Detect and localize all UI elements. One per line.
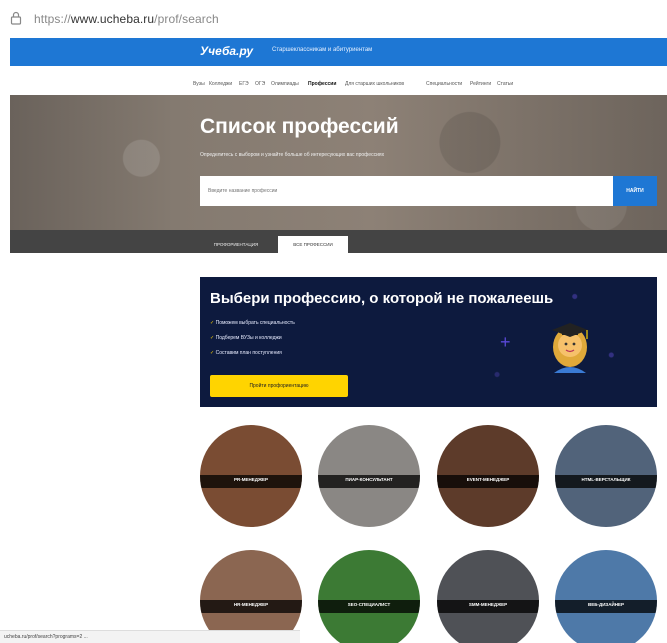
- promo-bullet: Поможем выбрать специальность: [210, 320, 295, 326]
- tab-all-professions[interactable]: ВСЕ ПРОФЕССИИ: [278, 236, 348, 253]
- profession-label: PR-МЕНЕДЖЕР: [233, 477, 269, 482]
- profession-card[interactable]: ПИАР-КОНСУЛЬТАНТ: [318, 425, 420, 527]
- profession-label: ПИАР-КОНСУЛЬТАНТ: [345, 477, 393, 482]
- header-subtitle[interactable]: Старшеклассникам и абитуриентам: [272, 47, 372, 53]
- search-button[interactable]: НАЙТИ: [613, 176, 657, 206]
- hero-section: Список профессий Определитесь с выбором …: [10, 95, 667, 253]
- search-box: [200, 176, 613, 206]
- address-bar[interactable]: https://www.ucheba.ru/prof/search: [0, 0, 667, 38]
- main-nav: Вузы Колледжи ЕГЭ ОГЭ Олимпиады Професси…: [10, 75, 667, 95]
- profession-label: ВЕБ-ДИЗАЙНЕР: [588, 602, 624, 607]
- site-header: Учеба.ру Старшеклассникам и абитуриентам: [10, 38, 667, 66]
- url-text: https://www.ucheba.ru/prof/search: [34, 12, 219, 26]
- nav-item-articles[interactable]: Статьи: [497, 81, 513, 87]
- profession-label: HTML-ВЕРСТАЛЬЩИК: [581, 477, 631, 482]
- profession-card[interactable]: PR-МЕНЕДЖЕР: [200, 425, 302, 527]
- page-title: Список профессий: [200, 115, 399, 138]
- profession-card[interactable]: SMM-МЕНЕДЖЕР: [437, 550, 539, 643]
- profession-card[interactable]: EVENT-МЕНЕДЖЕР: [437, 425, 539, 527]
- sparkle-icon: +: [500, 332, 511, 352]
- profession-label: EVENT-МЕНЕДЖЕР: [466, 477, 510, 482]
- nav-item-colleges[interactable]: Колледжи: [209, 81, 232, 87]
- promo-bullet: Составим план поступления: [210, 350, 295, 356]
- promo-bullet: Подберем ВУЗы и колледжи: [210, 335, 295, 341]
- nav-item-olympiads[interactable]: Олимпиады: [271, 81, 299, 87]
- profession-card[interactable]: HTML-ВЕРСТАЛЬЩИК: [555, 425, 657, 527]
- lock-icon: [10, 11, 22, 25]
- nav-item-oge[interactable]: ОГЭ: [255, 81, 265, 87]
- nav-item-seniors[interactable]: Для старших школьников: [345, 81, 404, 87]
- page-description: Определитесь с выбором и узнайте больше …: [200, 152, 385, 158]
- browser-status-bar: ucheba.ru/prof/search?programs=2 ...: [0, 630, 300, 643]
- tab-career-guidance[interactable]: ПРОФОРИЕНТАЦИЯ: [201, 236, 271, 253]
- profession-card[interactable]: ВЕБ-ДИЗАЙНЕР: [555, 550, 657, 643]
- profession-card[interactable]: SEO-СПЕЦИАЛИСТ: [318, 550, 420, 643]
- student-emoji-icon: [552, 323, 588, 373]
- promo-button[interactable]: Пройти профориентацию: [210, 375, 348, 397]
- profession-label: HR-МЕНЕДЖЕР: [233, 602, 269, 607]
- nav-item-specialties[interactable]: Специальности: [426, 81, 462, 87]
- nav-item-universities[interactable]: Вузы: [193, 81, 205, 87]
- nav-item-ege[interactable]: ЕГЭ: [239, 81, 249, 87]
- site-logo[interactable]: Учеба.ру: [200, 44, 253, 58]
- profession-label: SEO-СПЕЦИАЛИСТ: [347, 602, 391, 607]
- search-input[interactable]: [200, 176, 613, 206]
- promo-bullets: Поможем выбрать специальность Подберем В…: [210, 320, 295, 365]
- profession-label: SMM-МЕНЕДЖЕР: [468, 602, 508, 607]
- promo-banner[interactable]: Выбери профессию, о которой не пожалеешь…: [200, 277, 657, 407]
- nav-item-professions[interactable]: Профессии: [308, 81, 336, 87]
- nav-item-ratings[interactable]: Рейтинги: [470, 81, 491, 87]
- promo-title: Выбери профессию, о которой не пожалеешь: [210, 290, 554, 307]
